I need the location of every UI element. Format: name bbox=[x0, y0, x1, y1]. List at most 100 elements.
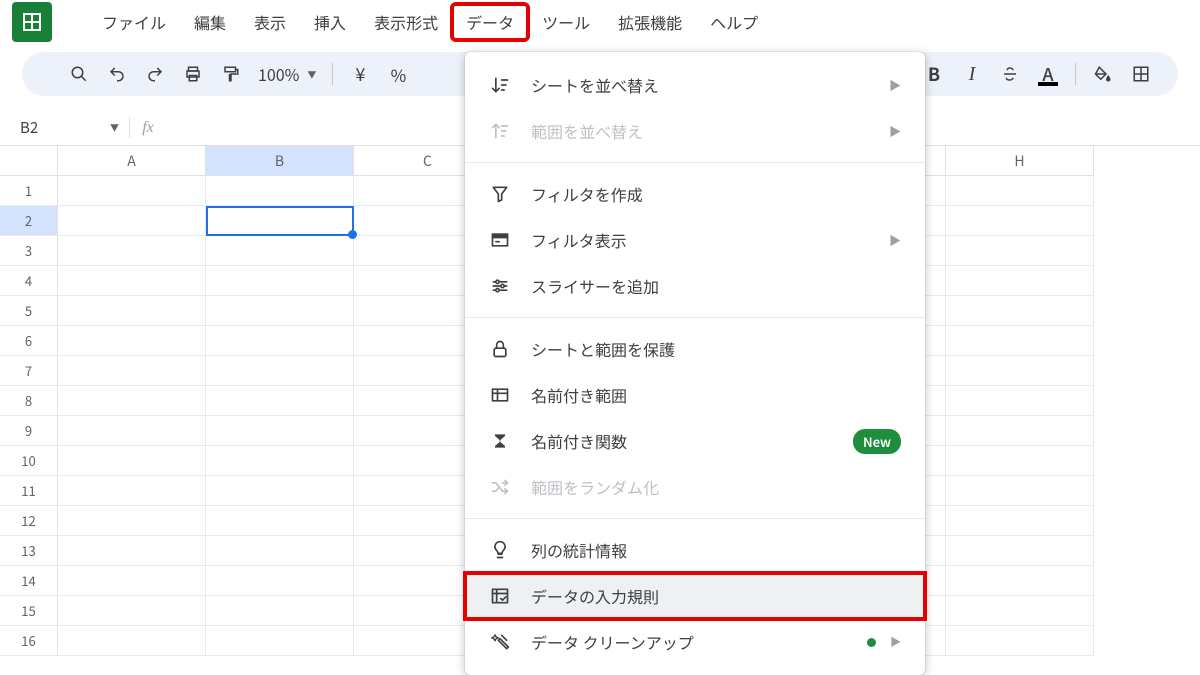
cell[interactable] bbox=[946, 626, 1094, 656]
search-icon[interactable] bbox=[62, 58, 96, 90]
cell[interactable] bbox=[58, 596, 206, 626]
cell[interactable] bbox=[206, 236, 354, 266]
menu-item-lock[interactable]: シートと範囲を保護 bbox=[465, 326, 925, 372]
cell[interactable] bbox=[946, 416, 1094, 446]
row-header[interactable]: 16 bbox=[0, 626, 58, 656]
menu-item-named-range[interactable]: 名前付き範囲 bbox=[465, 372, 925, 418]
cell[interactable] bbox=[58, 476, 206, 506]
cell[interactable] bbox=[206, 626, 354, 656]
cell[interactable] bbox=[946, 176, 1094, 206]
cell[interactable] bbox=[946, 296, 1094, 326]
strikethrough-button[interactable] bbox=[993, 58, 1027, 90]
cell[interactable] bbox=[946, 206, 1094, 236]
cell[interactable] bbox=[206, 326, 354, 356]
cell[interactable] bbox=[946, 446, 1094, 476]
cell[interactable] bbox=[946, 236, 1094, 266]
cell[interactable] bbox=[946, 506, 1094, 536]
paint-format-icon[interactable] bbox=[214, 58, 248, 90]
name-box[interactable]: B2 ▼ bbox=[0, 117, 130, 138]
cell[interactable] bbox=[58, 506, 206, 536]
cell[interactable] bbox=[206, 566, 354, 596]
borders-button[interactable] bbox=[1124, 58, 1158, 90]
cell[interactable] bbox=[58, 266, 206, 296]
menu-item-funnel[interactable]: フィルタを作成 bbox=[465, 171, 925, 217]
cell[interactable] bbox=[206, 176, 354, 206]
cell[interactable] bbox=[206, 206, 354, 236]
menu-編集[interactable]: 編集 bbox=[180, 4, 240, 40]
menu-item-validation[interactable]: データの入力規則 bbox=[465, 573, 925, 619]
cell[interactable] bbox=[58, 446, 206, 476]
undo-icon[interactable] bbox=[100, 58, 134, 90]
menu-表示形式[interactable]: 表示形式 bbox=[360, 4, 452, 40]
row-header[interactable]: 3 bbox=[0, 236, 58, 266]
italic-button[interactable]: I bbox=[955, 58, 989, 90]
cell[interactable] bbox=[58, 206, 206, 236]
row-header[interactable]: 12 bbox=[0, 506, 58, 536]
menu-挿入[interactable]: 挿入 bbox=[300, 4, 360, 40]
cell[interactable] bbox=[58, 626, 206, 656]
cell[interactable] bbox=[206, 596, 354, 626]
cell[interactable] bbox=[58, 296, 206, 326]
cell[interactable] bbox=[206, 536, 354, 566]
cell[interactable] bbox=[206, 356, 354, 386]
text-color-button[interactable]: A bbox=[1031, 58, 1065, 90]
column-header[interactable]: H bbox=[946, 146, 1094, 176]
menu-表示[interactable]: 表示 bbox=[240, 4, 300, 40]
column-header[interactable]: A bbox=[58, 146, 206, 176]
row-header[interactable]: 13 bbox=[0, 536, 58, 566]
cell[interactable] bbox=[58, 386, 206, 416]
row-header[interactable]: 14 bbox=[0, 566, 58, 596]
menu-データ[interactable]: データ bbox=[452, 4, 528, 40]
select-all-corner[interactable] bbox=[0, 146, 58, 176]
cell[interactable] bbox=[58, 176, 206, 206]
cell[interactable] bbox=[206, 266, 354, 296]
cell[interactable] bbox=[946, 386, 1094, 416]
menu-item-sigma[interactable]: 名前付き関数New bbox=[465, 418, 925, 464]
cell[interactable] bbox=[58, 356, 206, 386]
cell[interactable] bbox=[946, 596, 1094, 626]
cell[interactable] bbox=[58, 236, 206, 266]
cell[interactable] bbox=[946, 266, 1094, 296]
cell[interactable] bbox=[206, 506, 354, 536]
menu-ファイル[interactable]: ファイル bbox=[88, 4, 180, 40]
cell[interactable] bbox=[58, 566, 206, 596]
cell[interactable] bbox=[206, 476, 354, 506]
menu-item-bulb[interactable]: 列の統計情報 bbox=[465, 527, 925, 573]
row-header[interactable]: 9 bbox=[0, 416, 58, 446]
menu-item-sparkle[interactable]: データ クリーンアップ▶ bbox=[465, 619, 925, 665]
cell[interactable] bbox=[58, 416, 206, 446]
menu-item-sort-sheet[interactable]: シートを並べ替え▶ bbox=[465, 62, 925, 108]
menu-item-filter-view[interactable]: フィルタ表示▶ bbox=[465, 217, 925, 263]
cell[interactable] bbox=[58, 326, 206, 356]
row-header[interactable]: 1 bbox=[0, 176, 58, 206]
row-header[interactable]: 4 bbox=[0, 266, 58, 296]
row-header[interactable]: 15 bbox=[0, 596, 58, 626]
row-header[interactable]: 2 bbox=[0, 206, 58, 236]
menu-ツール[interactable]: ツール bbox=[528, 4, 604, 40]
cell[interactable] bbox=[206, 416, 354, 446]
row-header[interactable]: 11 bbox=[0, 476, 58, 506]
percent-button[interactable]: % bbox=[381, 58, 415, 90]
menu-ヘルプ[interactable]: ヘルプ bbox=[696, 4, 772, 40]
cell[interactable] bbox=[206, 296, 354, 326]
cell[interactable] bbox=[946, 476, 1094, 506]
cell[interactable] bbox=[206, 446, 354, 476]
cell[interactable] bbox=[946, 536, 1094, 566]
cell[interactable] bbox=[946, 326, 1094, 356]
cell[interactable] bbox=[206, 386, 354, 416]
row-header[interactable]: 5 bbox=[0, 296, 58, 326]
cell[interactable] bbox=[946, 356, 1094, 386]
zoom-selector[interactable]: 100% ▼ bbox=[252, 62, 322, 86]
redo-icon[interactable] bbox=[138, 58, 172, 90]
menu-拡張機能[interactable]: 拡張機能 bbox=[604, 4, 696, 40]
print-icon[interactable] bbox=[176, 58, 210, 90]
row-header[interactable]: 8 bbox=[0, 386, 58, 416]
row-header[interactable]: 10 bbox=[0, 446, 58, 476]
currency-button[interactable]: ¥ bbox=[343, 58, 377, 90]
column-header[interactable]: B bbox=[206, 146, 354, 176]
row-header[interactable]: 7 bbox=[0, 356, 58, 386]
menu-item-slicer[interactable]: スライサーを追加 bbox=[465, 263, 925, 309]
fill-color-button[interactable] bbox=[1086, 58, 1120, 90]
cell[interactable] bbox=[58, 536, 206, 566]
row-header[interactable]: 6 bbox=[0, 326, 58, 356]
